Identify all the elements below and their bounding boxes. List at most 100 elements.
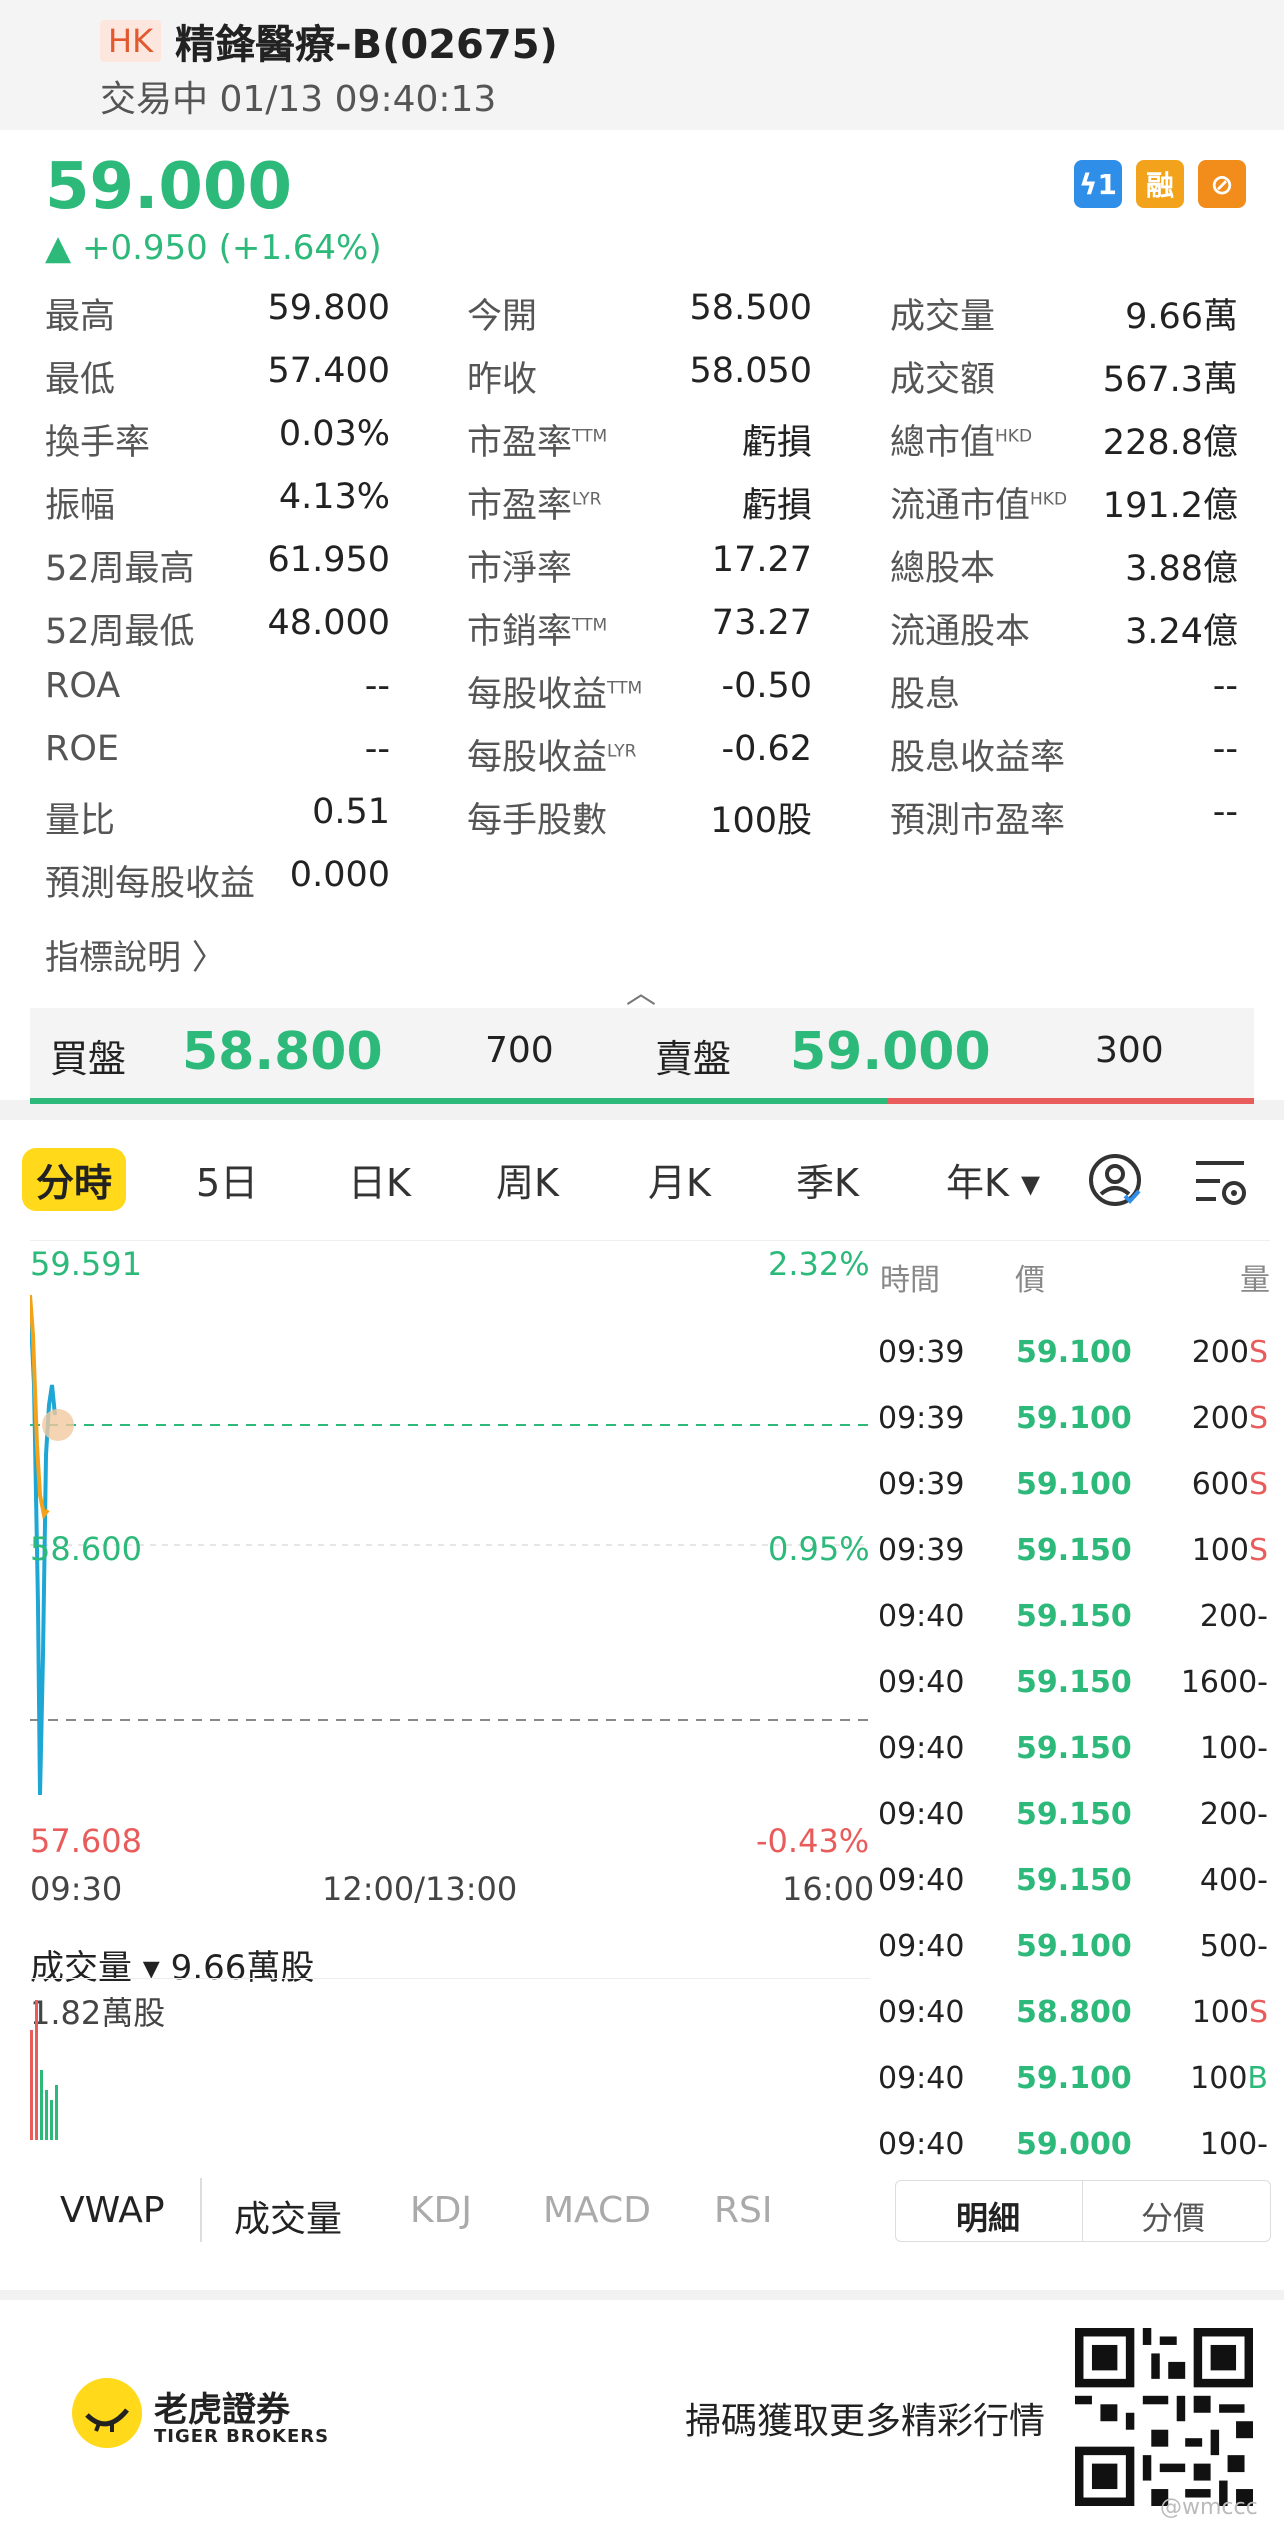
tab-daily-k[interactable]: 日K <box>348 1152 411 1207</box>
trade-side-flag: S <box>1248 1335 1268 1370</box>
short-ban-icon[interactable]: ⊘ <box>1198 160 1246 208</box>
trade-row: 09:39 59.100 600S <box>878 1467 1268 1527</box>
account-icon[interactable] <box>1085 1150 1145 1210</box>
trade-qty: 200S <box>1192 1335 1268 1370</box>
bid-price: 58.800 <box>182 1022 383 1082</box>
tab-intraday[interactable]: 分時 <box>22 1148 127 1211</box>
stat-value: -- <box>1212 792 1238 832</box>
trade-price: 59.150 <box>1016 1599 1132 1634</box>
trades-head-time: 時間 <box>880 1263 940 1298</box>
level1-icon[interactable]: ϟ1 <box>1074 160 1122 208</box>
chart-settings-icon[interactable] <box>1192 1155 1250 1211</box>
indicator-vwap[interactable]: VWAP <box>60 2190 165 2231</box>
trade-time: 09:40 <box>878 1863 965 1898</box>
trade-side-flag: S <box>1248 1533 1268 1568</box>
indicator-divider <box>200 2178 202 2242</box>
stat-label-suffix: TTM <box>572 615 608 636</box>
indicator-explain-link[interactable]: 指標說明 〉 <box>45 930 226 979</box>
stat-label: 流通股本 <box>890 603 1030 654</box>
stat-value: 57.400 <box>267 351 390 391</box>
stat-value: 17.27 <box>711 540 812 580</box>
stat-value: 9.66萬 <box>1125 297 1238 337</box>
brand-name: 老虎證券 <box>154 2390 290 2430</box>
stat-label-suffix: HKD <box>1030 489 1068 510</box>
stat-value: 0.000 <box>289 855 390 895</box>
stat-label-text: 每手股數 <box>467 801 608 841</box>
trade-side-flag: S <box>1248 1467 1268 1502</box>
intraday-chart[interactable] <box>30 1255 870 1855</box>
collapse-chevron-icon[interactable]: ︿ <box>626 968 656 1012</box>
stat-value: 48.000 <box>267 603 390 643</box>
stat-label: 市銷率TTM <box>467 603 607 654</box>
trade-qty-value: 200 <box>1191 1335 1249 1370</box>
trade-side-flag: - <box>1257 1863 1268 1898</box>
trade-price: 59.150 <box>1016 1863 1132 1898</box>
trades-head-qty: 量 <box>1240 1263 1270 1298</box>
tab-5day[interactable]: 5日 <box>196 1152 258 1207</box>
stat-label: 市淨率 <box>467 540 572 591</box>
stat-value: 228.8億 <box>1102 423 1238 463</box>
market-badge: HK <box>100 20 162 62</box>
tab-monthly-k[interactable]: 月K <box>648 1152 711 1207</box>
trade-qty: 100- <box>1200 1731 1268 1766</box>
stat-value: 4.13% <box>278 477 390 517</box>
stat-label-text: 總市值 <box>890 423 996 463</box>
trade-time: 09:40 <box>878 1599 965 1634</box>
indicator-rsi[interactable]: RSI <box>714 2190 772 2231</box>
trade-qty: 500- <box>1200 1929 1268 1964</box>
tab-weekly-k[interactable]: 周K <box>496 1152 559 1207</box>
stat-value: -- <box>364 666 390 706</box>
trade-qty-value: 100 <box>1191 1995 1249 2030</box>
stat-value: 191.2億 <box>1102 486 1238 526</box>
trade-row: 09:40 59.150 200- <box>878 1797 1268 1857</box>
indicator-kdj[interactable]: KDJ <box>410 2190 472 2231</box>
trade-qty-value: 100 <box>1190 2061 1248 2096</box>
trade-qty-value: 200 <box>1199 1797 1258 1832</box>
trade-qty: 200- <box>1200 1797 1268 1832</box>
brand-name-en: TIGER BROKERS <box>154 2426 330 2447</box>
pct-axis-bottom: -0.43% <box>756 1822 870 1860</box>
qr-code-icon <box>1075 2328 1253 2506</box>
trade-time: 09:40 <box>878 1665 965 1700</box>
trade-qty: 1600- <box>1181 1665 1268 1700</box>
stat-value: -- <box>364 729 390 769</box>
scan-prompt: 掃碼獲取更多精彩行情 <box>685 2401 1046 2442</box>
stat-label-text: 市盈率 <box>467 423 573 463</box>
trade-qty-value: 500 <box>1199 1929 1258 1964</box>
trade-row: 09:40 59.150 200- <box>878 1599 1268 1659</box>
trades-head-price: 價 <box>1015 1263 1045 1298</box>
stock-title: 精鋒醫療-B(02675) <box>175 22 558 68</box>
bid-strength-bar <box>30 1098 888 1104</box>
stat-label-text: 市淨率 <box>467 549 573 589</box>
stat-label-text: 振幅 <box>45 486 116 526</box>
trade-time: 09:40 <box>878 1995 965 2030</box>
stat-label-text: 股息 <box>890 675 961 715</box>
indicator-volume[interactable]: 成交量 <box>234 2190 342 2242</box>
indicator-macd[interactable]: MACD <box>543 2190 651 2231</box>
trade-row: 09:40 59.150 100- <box>878 1731 1268 1791</box>
trade-qty: 100B <box>1190 2061 1268 2096</box>
ask-label: 賣盤 <box>655 1037 732 1081</box>
trade-row: 09:40 58.800 100S <box>878 1995 1268 2055</box>
margin-icon[interactable]: 融 <box>1136 160 1184 208</box>
trade-time: 09:39 <box>878 1335 965 1370</box>
tab-quarterly-k[interactable]: 季K <box>796 1152 859 1207</box>
stat-label-text: ROA <box>45 666 121 706</box>
stat-label-text: 預測每股收益 <box>45 864 256 904</box>
stat-value: 0.51 <box>312 792 390 832</box>
segment-detail[interactable]: 明細 <box>956 2193 1020 2239</box>
trade-time: 09:39 <box>878 1467 965 1502</box>
trade-qty-value: 100 <box>1191 1533 1249 1568</box>
trade-price: 59.100 <box>1016 1401 1132 1436</box>
volume-label[interactable]: 成交量 ▾ 9.66萬股 <box>30 1940 314 1989</box>
segment-price-distribution[interactable]: 分價 <box>1141 2193 1205 2239</box>
segment-divider <box>1082 2181 1083 2241</box>
stat-label: 振幅 <box>45 477 115 528</box>
trade-side-flag: - <box>1257 2127 1268 2162</box>
stat-value: 100股 <box>710 801 812 841</box>
tab-yearly-k[interactable]: 年K ▾ <box>946 1152 1040 1207</box>
trade-price: 59.150 <box>1016 1665 1132 1700</box>
stat-value: -- <box>1212 729 1238 769</box>
stat-value: 59.800 <box>267 288 390 328</box>
x-axis-end: 16:00 <box>782 1870 875 1908</box>
